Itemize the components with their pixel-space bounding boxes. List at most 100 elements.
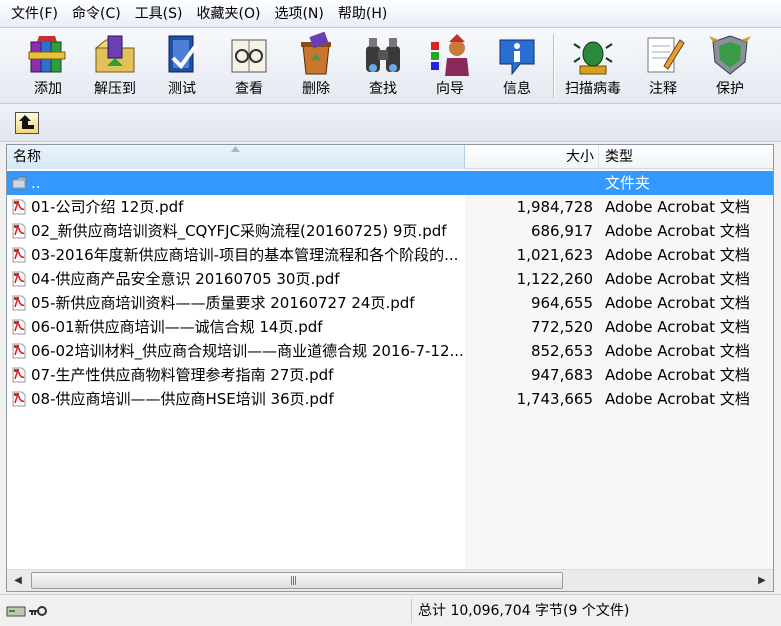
archive-books-icon bbox=[28, 36, 66, 73]
wizard-label: 向导 bbox=[436, 81, 464, 97]
scan-virus-label: 扫描病毒 bbox=[565, 81, 621, 97]
menu-favorites[interactable]: 收藏夹(O) bbox=[190, 2, 268, 26]
file-name: 03-2016年度新供应商培训-项目的基本管理流程和各个阶段的... bbox=[31, 246, 459, 264]
file-type: Adobe Acrobat 文档 bbox=[605, 270, 750, 288]
extract-label: 解压到 bbox=[94, 81, 136, 97]
extract-folder-icon bbox=[94, 35, 135, 73]
file-name: 02_新供应商培训资料_CQYFJC采购流程(20160725) 9页.pdf bbox=[31, 222, 447, 240]
file-row[interactable]: 05-新供应商培训资料——质量要求 20160727 24页.pdf 964,65… bbox=[7, 291, 773, 315]
parent-folder-row[interactable]: .. 文件夹 bbox=[7, 171, 773, 195]
status-bar: 总计 10,096,704 字节(9 个文件) bbox=[0, 594, 781, 626]
file-row[interactable]: 01-公司介绍 12页.pdf 1,984,728 Adobe Acrobat 文档 bbox=[7, 195, 773, 219]
file-row[interactable]: 03-2016年度新供应商培训-项目的基本管理流程和各个阶段的... 1,021,… bbox=[7, 243, 773, 267]
file-type: Adobe Acrobat 文档 bbox=[605, 222, 750, 240]
column-type-header[interactable]: 类型 bbox=[599, 145, 773, 169]
delete-label: 删除 bbox=[302, 81, 330, 97]
menu-bar: 文件(F) 命令(C) 工具(S) 收藏夹(O) 选项(N) 帮助(H) bbox=[0, 0, 781, 28]
menu-tools[interactable]: 工具(S) bbox=[128, 2, 190, 26]
pdf-icon bbox=[12, 343, 26, 359]
binoculars-icon bbox=[366, 38, 400, 72]
file-name: 08-供应商培训——供应商HSE培训 36页.pdf bbox=[31, 390, 334, 408]
add-button[interactable]: 添加 bbox=[17, 32, 79, 102]
add-label: 添加 bbox=[34, 81, 62, 97]
menu-options[interactable]: 选项(N) bbox=[267, 2, 330, 26]
scroll-thumb[interactable]: ||| bbox=[31, 572, 563, 589]
status-left-pane bbox=[4, 599, 412, 623]
file-size: 772,520 bbox=[530, 318, 593, 336]
scroll-grip-icon: ||| bbox=[290, 576, 297, 586]
status-summary: 总计 10,096,704 字节(9 个文件) bbox=[418, 603, 630, 619]
shield-icon bbox=[709, 35, 751, 75]
info-label: 信息 bbox=[503, 81, 531, 97]
test-button[interactable]: 测试 bbox=[151, 32, 213, 102]
sort-ascending-icon bbox=[231, 146, 240, 152]
bug-scan-icon bbox=[573, 41, 613, 75]
file-type: Adobe Acrobat 文档 bbox=[605, 246, 750, 264]
wizard-icon bbox=[431, 34, 469, 76]
pdf-icon bbox=[12, 199, 26, 215]
file-name: 06-02培训材料_供应商合规培训——商业道德合规 2016-7-12... bbox=[31, 342, 463, 360]
scroll-right-button[interactable]: ▶ bbox=[753, 572, 771, 589]
file-size: 852,653 bbox=[530, 342, 593, 360]
file-size: 1,122,260 bbox=[516, 270, 593, 288]
find-button[interactable]: 查找 bbox=[352, 32, 414, 102]
menu-help[interactable]: 帮助(H) bbox=[331, 2, 394, 26]
up-folder-button[interactable] bbox=[15, 112, 39, 134]
comment-note-icon bbox=[647, 37, 685, 73]
column-type-label: 类型 bbox=[605, 149, 633, 165]
drive-icon bbox=[6, 606, 26, 617]
file-name: .. bbox=[31, 171, 463, 195]
file-type: Adobe Acrobat 文档 bbox=[605, 198, 750, 216]
pdf-icon bbox=[12, 295, 26, 311]
info-icon bbox=[499, 39, 535, 76]
recycle-bin-icon bbox=[301, 32, 331, 75]
column-header: 名称 大小 类型 bbox=[7, 145, 773, 169]
column-name-header[interactable]: 名称 bbox=[7, 145, 465, 169]
file-size: 964,655 bbox=[530, 294, 593, 312]
extract-button[interactable]: 解压到 bbox=[84, 32, 146, 102]
comment-button[interactable]: 注释 bbox=[632, 32, 694, 102]
file-row[interactable]: 02_新供应商培训资料_CQYFJC采购流程(20160725) 9页.pdf 6… bbox=[7, 219, 773, 243]
file-size: 947,683 bbox=[530, 366, 593, 384]
file-size bbox=[465, 171, 593, 195]
file-row[interactable]: 08-供应商培训——供应商HSE培训 36页.pdf 1,743,665 Adobe… bbox=[7, 387, 773, 411]
file-size: 1,984,728 bbox=[516, 198, 593, 216]
folder-icon bbox=[11, 176, 27, 190]
file-row[interactable]: 06-01新供应商培训——诚信合规 14页.pdf 772,520 Adobe Ac… bbox=[7, 315, 773, 339]
key-icon bbox=[29, 606, 47, 616]
scan-virus-button[interactable]: 扫描病毒 bbox=[562, 32, 624, 102]
horizontal-scrollbar[interactable]: ◀ ||| ▶ bbox=[7, 569, 773, 591]
view-label: 查看 bbox=[235, 81, 263, 97]
test-label: 测试 bbox=[168, 81, 196, 97]
pdf-icon bbox=[12, 247, 26, 263]
file-type: Adobe Acrobat 文档 bbox=[605, 390, 750, 408]
column-size-label: 大小 bbox=[566, 149, 594, 165]
file-name: 04-供应商产品安全意识 20160705 30页.pdf bbox=[31, 270, 340, 288]
address-bar bbox=[0, 104, 781, 142]
menu-file[interactable]: 文件(F) bbox=[4, 2, 65, 26]
wizard-button[interactable]: 向导 bbox=[419, 32, 481, 102]
file-name: 01-公司介绍 12页.pdf bbox=[31, 198, 184, 216]
file-size: 686,917 bbox=[530, 222, 593, 240]
file-row[interactable]: 07-生产性供应商物料管理参考指南 27页.pdf 947,683 Adobe Ac… bbox=[7, 363, 773, 387]
column-size-header[interactable]: 大小 bbox=[465, 145, 599, 169]
pdf-icon bbox=[12, 367, 26, 383]
view-button[interactable]: 查看 bbox=[218, 32, 280, 102]
scroll-left-button[interactable]: ◀ bbox=[9, 572, 27, 589]
column-name-label: 名称 bbox=[13, 149, 41, 165]
file-type: Adobe Acrobat 文档 bbox=[605, 294, 750, 312]
info-button[interactable]: 信息 bbox=[486, 32, 548, 102]
test-check-icon bbox=[168, 35, 199, 73]
protect-button[interactable]: 保护 bbox=[699, 32, 761, 102]
toolbar-separator bbox=[553, 34, 555, 98]
file-row[interactable]: 04-供应商产品安全意识 20160705 30页.pdf 1,122,260 Ad… bbox=[7, 267, 773, 291]
file-type: Adobe Acrobat 文档 bbox=[605, 318, 750, 336]
delete-button[interactable]: 删除 bbox=[285, 32, 347, 102]
file-type: Adobe Acrobat 文档 bbox=[605, 342, 750, 360]
menu-command[interactable]: 命令(C) bbox=[65, 2, 128, 26]
up-arrow-icon bbox=[19, 115, 34, 129]
file-type: 文件夹 bbox=[605, 174, 651, 192]
file-row[interactable]: 06-02培训材料_供应商合规培训——商业道德合规 2016-7-12... 85… bbox=[7, 339, 773, 363]
toolbar: 添加 解压到 测试 查看 删除 查找 向导 信息 扫描病毒 注释 保护 bbox=[0, 28, 781, 104]
pdf-icon bbox=[12, 271, 26, 287]
